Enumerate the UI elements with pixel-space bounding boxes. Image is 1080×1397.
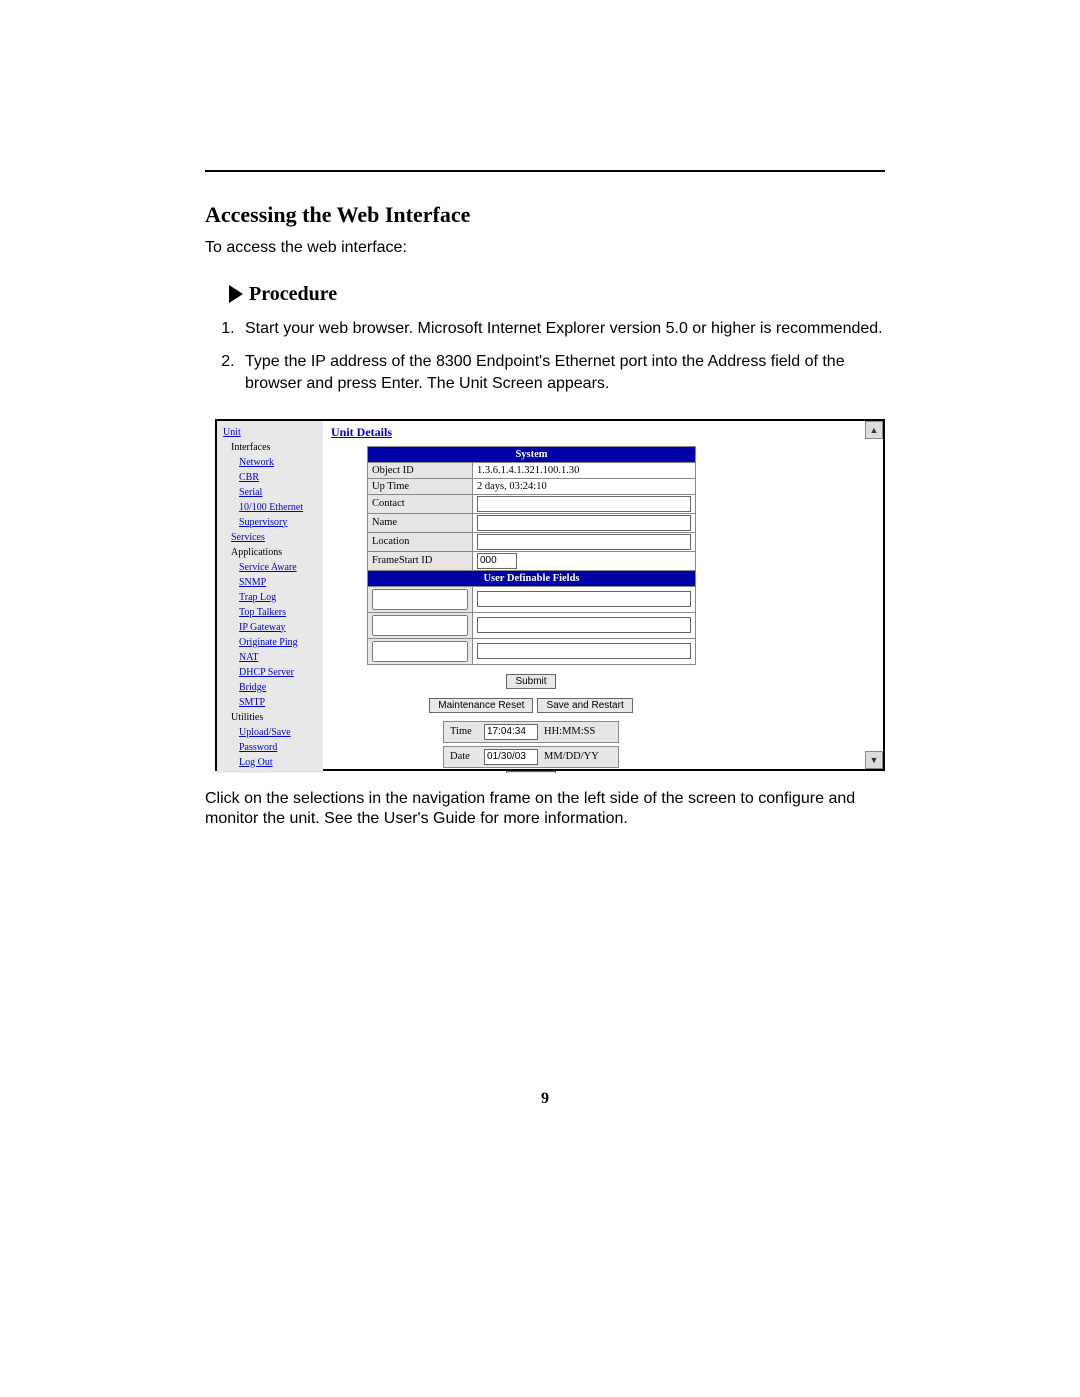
system-header: System [368, 446, 696, 462]
nav-trap-log[interactable]: Trap Log [239, 590, 323, 605]
framestart-input[interactable] [477, 553, 517, 569]
procedure-heading: Procedure [229, 283, 885, 306]
nav-network[interactable]: Network [239, 455, 323, 470]
nav-ethernet[interactable]: 10/100 Ethernet [239, 500, 323, 515]
step-1: Start your web browser. Microsoft Intern… [239, 318, 885, 340]
nav-dhcp-server[interactable]: DHCP Server [239, 665, 323, 680]
udf1-value-input[interactable] [477, 591, 691, 607]
triangle-right-icon [229, 285, 243, 303]
nav-services[interactable]: Services [231, 530, 323, 545]
nav-ip-gateway[interactable]: IP Gateway [239, 620, 323, 635]
nav-utilities: Utilities [231, 710, 323, 725]
intro-text: To access the web interface: [205, 238, 885, 259]
udf3-label-input[interactable] [372, 641, 468, 662]
location-label: Location [368, 532, 473, 551]
contact-label: Contact [368, 494, 473, 513]
unit-screen-screenshot: ▲ ▼ Unit Interfaces Network CBR Serial 1… [215, 419, 885, 771]
udf2-label-input[interactable] [372, 615, 468, 636]
content-frame: Unit Details System Object ID 1.3.6.1.4.… [323, 421, 883, 773]
udf1-label-input[interactable] [372, 589, 468, 610]
nav-supervisory[interactable]: Supervisory [239, 515, 323, 530]
procedure-label: Procedure [249, 283, 337, 306]
maintenance-reset-button[interactable]: Maintenance Reset [429, 698, 533, 713]
time-date-box: Time HH:MM:SS Date MM/DD/YY Submit [367, 721, 695, 773]
step-2: Type the IP address of the 8300 Endpoint… [239, 351, 885, 394]
unit-details-title[interactable]: Unit Details [331, 425, 877, 440]
framestart-label: FrameStart ID [368, 551, 473, 570]
name-label: Name [368, 513, 473, 532]
date-input[interactable] [484, 749, 538, 765]
nav-nat[interactable]: NAT [239, 650, 323, 665]
udf3-value-input[interactable] [477, 643, 691, 659]
nav-snmp[interactable]: SNMP [239, 575, 323, 590]
outro-text: Click on the selections in the navigatio… [205, 789, 885, 831]
nav-applications: Applications [231, 545, 323, 560]
date-hint: MM/DD/YY [544, 751, 612, 762]
nav-frame: Unit Interfaces Network CBR Serial 10/10… [217, 421, 323, 773]
submit-button-2[interactable]: Submit [506, 771, 555, 773]
location-input[interactable] [477, 534, 691, 550]
nav-interfaces: Interfaces [231, 440, 323, 455]
nav-top-talkers[interactable]: Top Talkers [239, 605, 323, 620]
nav-service-aware[interactable]: Service Aware [239, 560, 323, 575]
uptime-label: Up Time [368, 478, 473, 494]
system-table: System Object ID 1.3.6.1.4.1.321.100.1.3… [367, 446, 696, 665]
date-label: Date [450, 751, 478, 762]
submit-button-1[interactable]: Submit [506, 674, 555, 689]
section-heading: Accessing the Web Interface [205, 202, 885, 228]
horizontal-rule [205, 170, 885, 172]
time-label: Time [450, 726, 478, 737]
nav-bridge[interactable]: Bridge [239, 680, 323, 695]
nav-password[interactable]: Password [239, 740, 323, 755]
nav-unit[interactable]: Unit [223, 425, 323, 440]
contact-input[interactable] [477, 496, 691, 512]
object-id-label: Object ID [368, 462, 473, 478]
name-input[interactable] [477, 515, 691, 531]
nav-originate-ping[interactable]: Originate Ping [239, 635, 323, 650]
nav-log-out[interactable]: Log Out [239, 755, 323, 770]
nav-cbr[interactable]: CBR [239, 470, 323, 485]
nav-smtp[interactable]: SMTP [239, 695, 323, 710]
udf-header: User Definable Fields [368, 570, 696, 586]
uptime-value: 2 days, 03:24:10 [473, 478, 696, 494]
time-hint: HH:MM:SS [544, 726, 612, 737]
procedure-steps: Start your web browser. Microsoft Intern… [239, 318, 885, 395]
udf2-value-input[interactable] [477, 617, 691, 633]
object-id-value: 1.3.6.1.4.1.321.100.1.30 [473, 462, 696, 478]
page-number: 9 [205, 1090, 885, 1108]
nav-upload-save[interactable]: Upload/Save [239, 725, 323, 740]
time-input[interactable] [484, 724, 538, 740]
nav-serial[interactable]: Serial [239, 485, 323, 500]
save-restart-button[interactable]: Save and Restart [537, 698, 632, 713]
